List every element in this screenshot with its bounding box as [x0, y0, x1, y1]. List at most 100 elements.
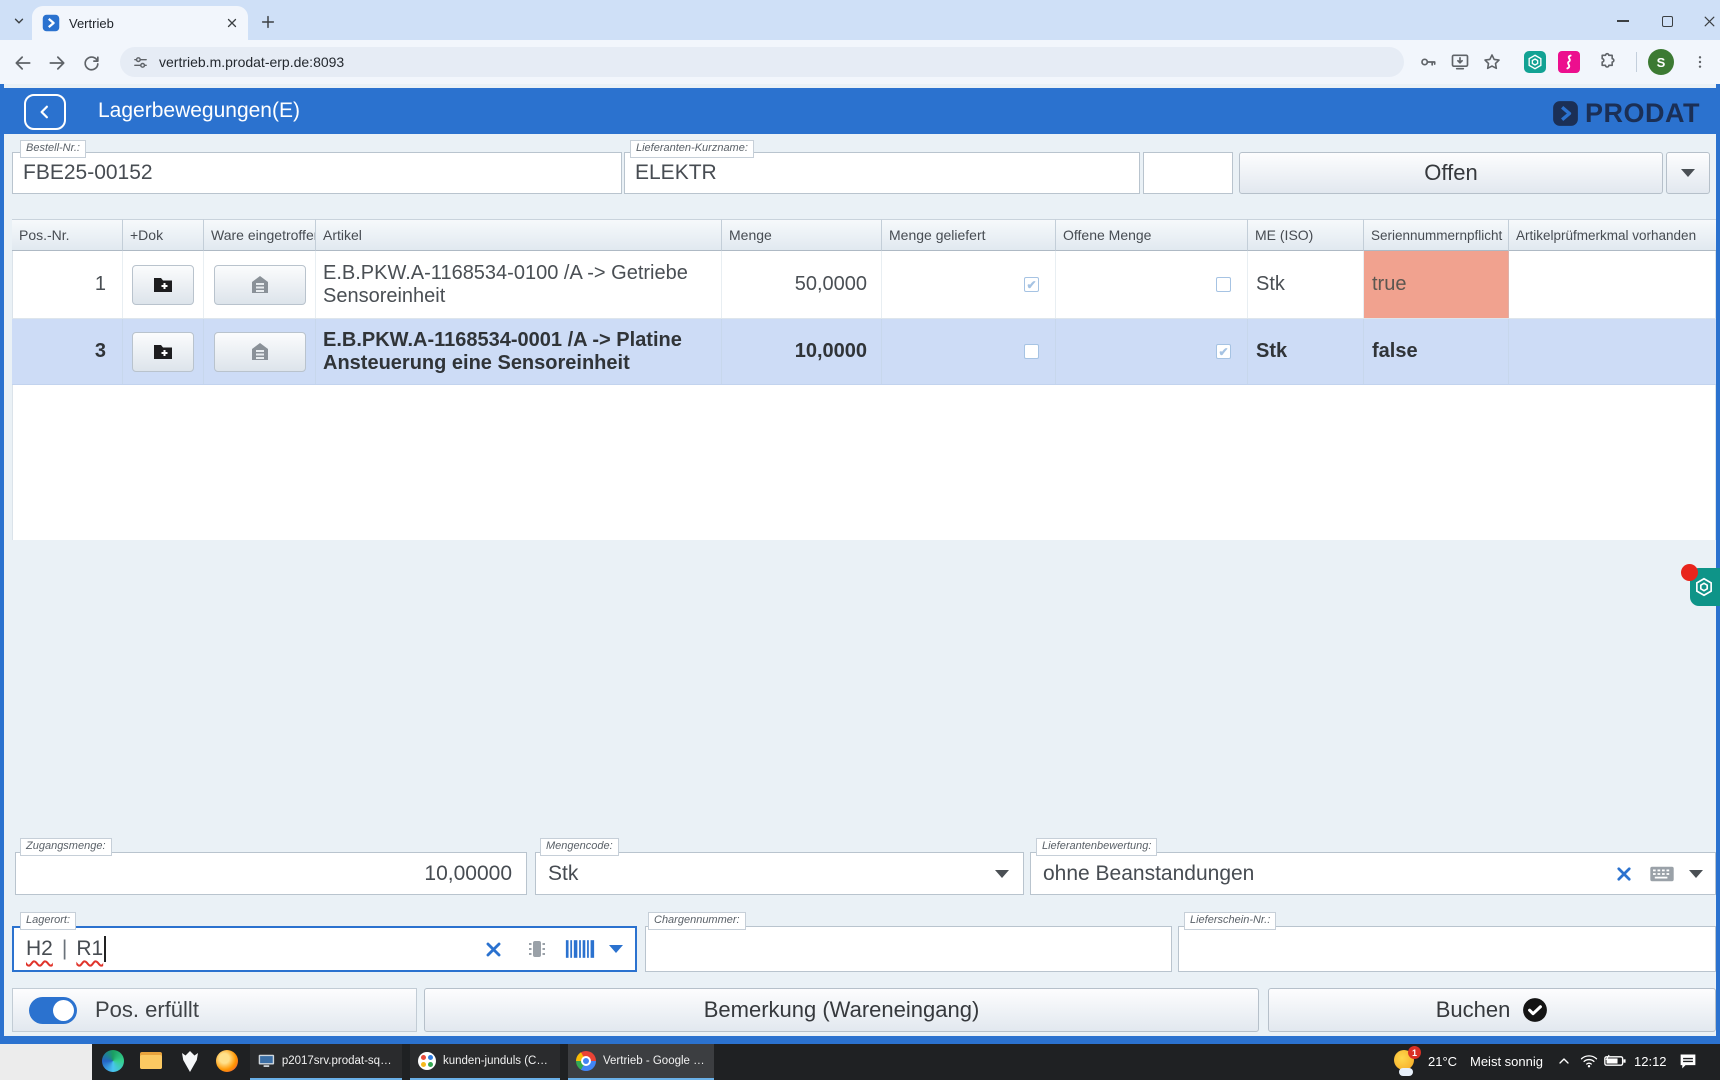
chevron-down-icon[interactable] [995, 870, 1009, 878]
warehouse-button[interactable] [214, 265, 306, 305]
install-app-icon[interactable] [1446, 49, 1474, 75]
new-tab-button[interactable] [256, 10, 280, 34]
warehouse-button[interactable] [214, 332, 306, 372]
clock[interactable]: 12:12 [1634, 1054, 1667, 1069]
cell-menge-geliefert [882, 319, 1056, 384]
taskbar-app-chat[interactable]: kunden-junduls (Cha... [410, 1044, 560, 1080]
col-header-offene-menge[interactable]: Offene Menge [1056, 219, 1248, 251]
taskbar-app-label: p2017srv.prodat-sql.d... [282, 1055, 394, 1067]
extension-teal-icon[interactable] [1524, 51, 1546, 73]
cell-pos: 3 [12, 319, 123, 384]
lieferantenbewertung-value: ohne Beanstandungen [1043, 862, 1615, 886]
action-center-icon[interactable] [1678, 1052, 1698, 1075]
chat-app-icon [418, 1052, 436, 1070]
barcode-icon[interactable] [565, 938, 595, 960]
menu-dots-icon[interactable] [1686, 49, 1714, 75]
status-value: Offen [1424, 160, 1477, 186]
weather-condition[interactable]: Meist sonnig [1470, 1054, 1543, 1069]
keyboard-icon[interactable] [1649, 865, 1675, 883]
window-minimize-button[interactable] [1606, 9, 1640, 33]
screen: Vertrieb vertrieb.m.prodat-erp.de:8093 [0, 0, 1720, 1080]
tab-search-chevron-icon[interactable] [6, 8, 32, 34]
prodat-favicon-icon [42, 14, 60, 32]
col-header-seriennummernpflicht[interactable]: Seriennummernpflicht [1364, 219, 1509, 251]
lieferanten-kurzname-field[interactable]: ELEKTR [624, 152, 1140, 194]
firefox-icon[interactable] [216, 1050, 238, 1072]
col-header-pos[interactable]: Pos.-Nr. [12, 219, 123, 251]
mengencode-value: Stk [548, 862, 995, 886]
add-document-button[interactable] [132, 332, 194, 372]
lagerort-field[interactable]: H2 | R1 [12, 926, 637, 972]
app-back-button[interactable] [24, 94, 66, 130]
col-header-menge-geliefert[interactable]: Menge geliefert [882, 219, 1056, 251]
battery-icon[interactable] [1604, 1054, 1626, 1073]
notification-dot [1681, 564, 1698, 581]
tab-close-icon[interactable] [226, 17, 238, 29]
url-bar[interactable]: vertrieb.m.prodat-erp.de:8093 [120, 47, 1404, 77]
prodat-brand: PRODAT [1552, 98, 1700, 129]
lieferschein-field[interactable] [1178, 926, 1716, 972]
edge-icon[interactable] [102, 1050, 126, 1074]
browser-tab-active[interactable]: Vertrieb [32, 6, 248, 40]
taskbar-search-box[interactable] [0, 1044, 92, 1080]
chargennummer-field[interactable] [645, 926, 1172, 972]
weather-temp[interactable]: 21°C [1428, 1054, 1457, 1069]
site-settings-icon[interactable] [132, 54, 149, 71]
bestell-nr-field[interactable]: FBE25-00152 [12, 152, 622, 194]
taskbar-app-sql[interactable]: p2017srv.prodat-sql.d... [250, 1044, 402, 1080]
status-dropdown-button[interactable] [1666, 152, 1710, 194]
checkbox-offene-menge[interactable]: ✔ [1216, 344, 1231, 359]
window-maximize-button[interactable] [1650, 9, 1684, 33]
status-button[interactable]: Offen [1239, 152, 1663, 194]
bemerkung-button[interactable]: Bemerkung (Wareneingang) [424, 988, 1259, 1032]
page-border-left [0, 84, 4, 1044]
col-header-pruefmerkmal[interactable]: Artikelprüfmerkmal vorhanden [1509, 219, 1716, 251]
mengencode-field[interactable]: Stk [535, 852, 1024, 895]
toolbar-divider [1636, 52, 1637, 72]
taskbar-app-chrome[interactable]: Vertrieb - Google Chr... [568, 1044, 714, 1080]
pos-erfuellt-toggle[interactable] [29, 997, 77, 1024]
page-title: Lagerbewegungen(E) [98, 99, 300, 123]
col-header-menge[interactable]: Menge [722, 219, 882, 251]
artikel-line1: E.B.PKW.A-1168534-0001 /A -> Platine [323, 329, 682, 352]
chevron-down-icon[interactable] [1689, 870, 1703, 878]
table-row[interactable]: 1 E.B.PKW.A-1168534-0100 /A -> Getriebe … [12, 251, 1716, 319]
lieferantenbewertung-field[interactable]: ohne Beanstandungen [1030, 852, 1716, 895]
wifi-icon[interactable] [1580, 1053, 1598, 1074]
bookmark-star-icon[interactable] [1478, 49, 1506, 75]
buchen-label: Buchen [1436, 997, 1511, 1023]
table-row-selected[interactable]: 3 E.B.PKW.A-1168534-0001 /A -> Platine A… [12, 319, 1716, 385]
window-close-button[interactable] [1692, 9, 1720, 33]
checkbox-offene-menge[interactable] [1216, 277, 1231, 292]
tray-chevron-up-icon[interactable] [1556, 1053, 1572, 1074]
col-header-artikel[interactable]: Artikel [316, 219, 722, 251]
col-header-me-iso[interactable]: ME (ISO) [1248, 219, 1364, 251]
chevron-down-icon[interactable] [609, 945, 623, 953]
profile-avatar[interactable]: S [1648, 49, 1674, 75]
extensions-puzzle-icon[interactable] [1594, 49, 1622, 75]
forward-icon[interactable] [44, 50, 70, 76]
rfid-chip-icon[interactable] [525, 937, 549, 961]
lagerort-part2: R1 [76, 937, 103, 961]
lieferanten-kurzname-value: ELEKTR [635, 161, 717, 185]
password-key-icon[interactable] [1414, 49, 1442, 75]
add-document-button[interactable] [132, 265, 194, 305]
extension-pink-icon[interactable] [1558, 51, 1580, 73]
checkbox-menge-geliefert[interactable] [1024, 344, 1039, 359]
text-caret [104, 936, 106, 962]
clear-x-icon[interactable] [1615, 865, 1633, 883]
bestell-nr-label: Bestell-Nr.: [20, 140, 86, 158]
buchen-button[interactable]: Buchen [1268, 988, 1716, 1032]
empty-subfield[interactable] [1143, 152, 1233, 194]
file-explorer-icon[interactable] [140, 1052, 162, 1069]
clear-x-icon[interactable] [484, 940, 503, 959]
col-header-ware[interactable]: Ware eingetroffer [204, 219, 316, 251]
cell-ware [204, 319, 316, 384]
checkbox-menge-geliefert[interactable]: ✔ [1024, 277, 1039, 292]
col-header-dok[interactable]: +Dok [123, 219, 204, 251]
zugangsmenge-field[interactable]: 10,00000 [15, 852, 527, 895]
wolf-app-icon[interactable] [178, 1049, 202, 1080]
reload-icon[interactable] [78, 50, 104, 76]
lagerort-separator: | [62, 937, 67, 961]
back-icon[interactable] [10, 50, 36, 76]
